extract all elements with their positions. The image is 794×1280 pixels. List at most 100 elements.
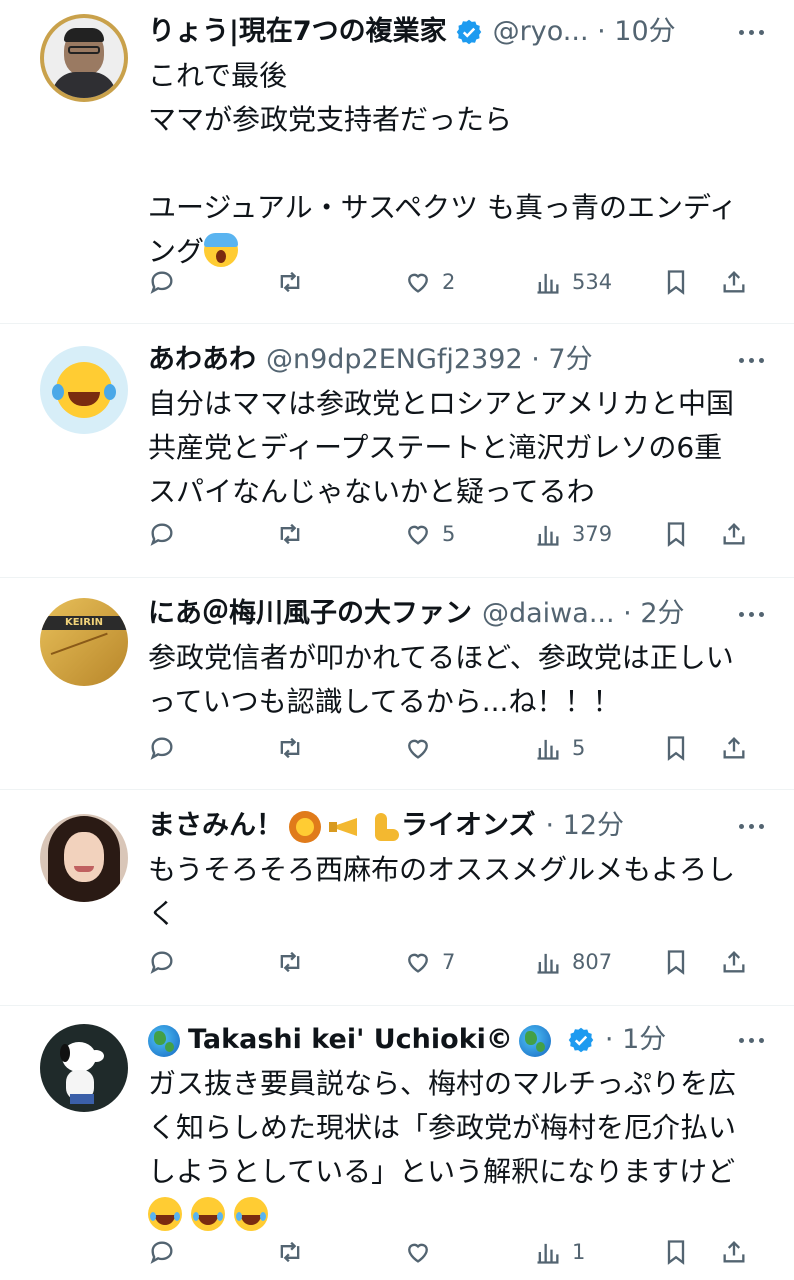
bookmark-icon — [667, 270, 685, 295]
reply-button[interactable] — [148, 728, 176, 768]
like-button[interactable]: 5 — [404, 514, 455, 554]
handle[interactable]: @ryo... — [493, 16, 589, 47]
reply-icon — [150, 951, 173, 974]
timestamp[interactable]: 2分 — [640, 598, 684, 629]
more-icon[interactable] — [739, 340, 764, 380]
reply-feed: りょう|現在7つの複業家 @ryo... · 10分 これで最後 ママが参政党支… — [0, 0, 794, 1280]
reply-button[interactable] — [148, 514, 176, 554]
display-name[interactable]: りょう|現在7つの複業家 — [148, 12, 447, 52]
post-2[interactable]: あわあわ @n9dp2ENGfj2392 · 7分 自分はママは参政党とロシアと… — [0, 324, 794, 578]
reply-button[interactable] — [148, 942, 176, 982]
view-count: 5 — [572, 736, 586, 760]
views-button[interactable]: 534 — [534, 262, 612, 302]
share-icon — [723, 523, 745, 545]
laugh-emoji — [148, 1197, 182, 1231]
post-5[interactable]: Takashi kei' Uchioki© · 1分 ガス抜き要員説なら、梅村の… — [0, 1006, 794, 1280]
timestamp[interactable]: 10分 — [614, 16, 675, 47]
post-1[interactable]: りょう|現在7つの複業家 @ryo... · 10分 これで最後 ママが参政党支… — [0, 0, 794, 324]
post-meta: @daiwa... · 2分 — [482, 598, 685, 629]
share-button[interactable] — [720, 514, 748, 554]
timestamp[interactable]: 12分 — [563, 810, 624, 841]
text-line: スパイなんじゃないかと疑ってるわ — [148, 475, 595, 508]
like-count: 2 — [442, 270, 456, 294]
timestamp[interactable]: 7分 — [548, 344, 592, 375]
bookmark-button[interactable] — [662, 1232, 690, 1272]
repost-button[interactable] — [276, 942, 304, 982]
bookmark-icon — [667, 950, 685, 975]
bookmark-button[interactable] — [662, 514, 690, 554]
like-button[interactable]: 7 — [404, 942, 455, 982]
text-line: っていつも認識してるから...ね！！！ — [148, 685, 621, 718]
like-button[interactable] — [404, 1232, 432, 1272]
bookmark-button[interactable] — [662, 942, 690, 982]
post-text: もうそろそろ西麻布のオススメグルメもよろし く — [148, 848, 754, 936]
lion-emoji — [289, 810, 321, 843]
reply-button[interactable] — [148, 262, 176, 302]
post-text: これで最後 ママが参政党支持者だったら ユージュアル・サスペクツ も真っ青のエン… — [148, 54, 754, 274]
repost-icon — [280, 737, 300, 759]
post-text: ガス抜き要員説なら、梅村のマルチっぷりを広 く知らしめた現状は「参政党が梅村を厄… — [148, 1062, 754, 1238]
text-line: もうそろそろ西麻布のオススメグルメもよろし — [148, 853, 736, 886]
handle[interactable]: @n9dp2ENGfj2392 — [266, 344, 523, 375]
repost-button[interactable] — [276, 1232, 304, 1272]
text-line: これで最後 — [148, 59, 288, 92]
repost-icon — [280, 523, 300, 545]
reply-icon — [150, 1241, 173, 1264]
views-button[interactable]: 5 — [534, 728, 585, 768]
bookmark-button[interactable] — [662, 262, 690, 302]
avatar[interactable] — [40, 346, 128, 434]
laugh-emoji — [233, 1197, 268, 1231]
views-button[interactable]: 379 — [534, 514, 612, 554]
reply-icon — [150, 523, 173, 546]
views-icon — [537, 1243, 559, 1264]
more-icon[interactable] — [739, 806, 764, 846]
repost-button[interactable] — [276, 728, 304, 768]
like-button[interactable]: 2 — [404, 262, 455, 302]
post-3[interactable]: KEIRIN にあ＠梅川風子の大ファン @daiwa... · 2分 参政党信者… — [0, 578, 794, 790]
heart-icon — [408, 1243, 428, 1263]
reply-button[interactable] — [148, 1232, 176, 1272]
post-header: にあ＠梅川風子の大ファン @daiwa... · 2分 — [148, 594, 764, 634]
views-icon — [537, 273, 559, 294]
avatar[interactable] — [40, 14, 128, 102]
like-button[interactable] — [404, 728, 432, 768]
share-icon — [723, 737, 745, 759]
post-meta: · 1分 — [604, 1024, 667, 1055]
display-name[interactable]: まさみん！ ライオンズ — [148, 806, 535, 846]
handle[interactable]: @daiwa... — [482, 598, 615, 629]
share-button[interactable] — [720, 942, 748, 982]
repost-icon — [280, 271, 300, 293]
avatar[interactable] — [40, 814, 128, 902]
heart-icon — [408, 273, 428, 293]
share-button[interactable] — [720, 1232, 748, 1272]
reply-icon — [150, 271, 173, 294]
laugh-emoji — [190, 1197, 225, 1231]
display-name[interactable]: あわあわ — [148, 340, 256, 380]
post-actions: 1 — [148, 1232, 754, 1272]
avatar[interactable]: KEIRIN — [40, 598, 128, 686]
view-count: 534 — [572, 270, 613, 294]
display-name[interactable]: Takashi kei' Uchioki© — [148, 1020, 559, 1060]
bookmark-button[interactable] — [662, 728, 690, 768]
text-line: 自分はママは参政党とロシアとアメリカと中国 — [148, 387, 735, 420]
avatar[interactable] — [40, 1024, 128, 1112]
share-icon — [723, 1241, 745, 1263]
repost-button[interactable] — [276, 262, 304, 302]
megaphone-emoji — [329, 814, 363, 840]
more-icon[interactable] — [739, 594, 764, 634]
more-icon[interactable] — [739, 12, 764, 52]
text-line: しようとしている」という解釈になりますけど — [148, 1155, 736, 1188]
repost-button[interactable] — [276, 514, 304, 554]
post-actions: 2 534 — [148, 262, 754, 302]
text-line: く — [148, 897, 177, 930]
post-actions: 5 — [148, 728, 754, 768]
more-icon[interactable] — [739, 1020, 764, 1060]
display-name[interactable]: にあ＠梅川風子の大ファン — [148, 594, 472, 634]
share-button[interactable] — [720, 262, 748, 302]
views-button[interactable]: 807 — [534, 942, 612, 982]
heart-icon — [408, 739, 428, 759]
views-button[interactable]: 1 — [534, 1232, 585, 1272]
post-4[interactable]: まさみん！ ライオンズ · 12分 もうそろそろ西麻布のオススメグルメもよろし く… — [0, 790, 794, 1006]
timestamp[interactable]: 1分 — [622, 1024, 666, 1055]
share-button[interactable] — [720, 728, 748, 768]
